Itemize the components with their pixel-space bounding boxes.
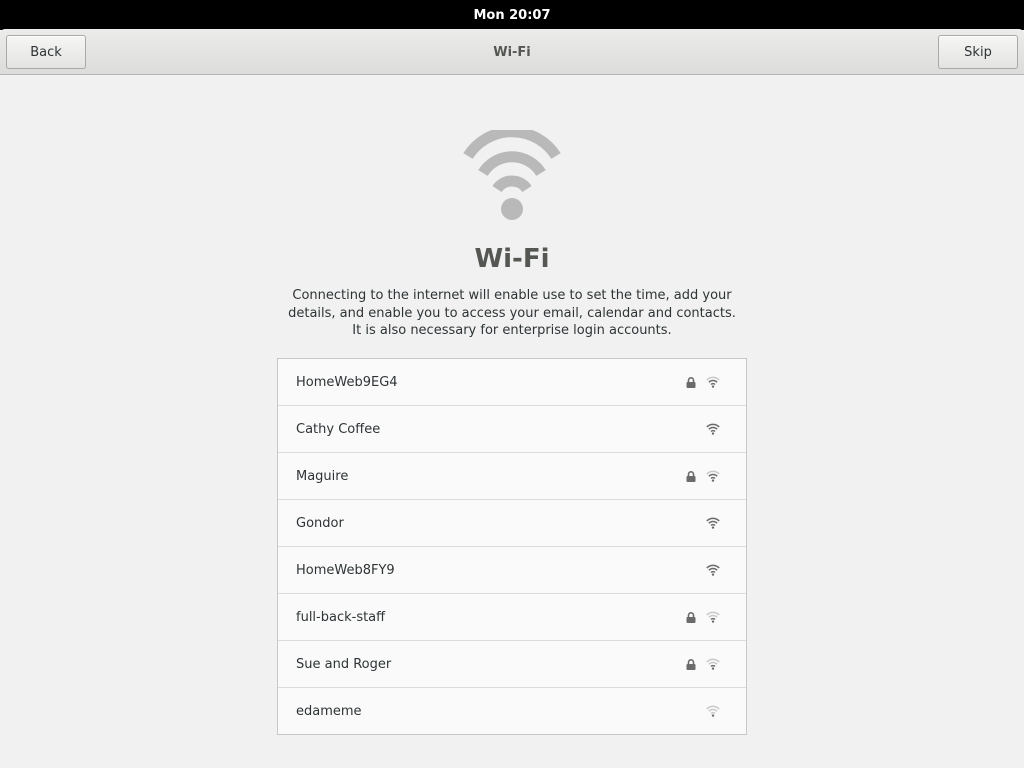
network-name: full-back-staff: [296, 609, 386, 625]
skip-button[interactable]: Skip: [938, 35, 1018, 69]
network-name: edameme: [296, 703, 362, 719]
lock-icon: [686, 612, 696, 623]
network-name: Gondor: [296, 515, 344, 531]
signal-strength-icon: [706, 470, 720, 482]
network-row[interactable]: edameme: [278, 688, 746, 734]
signal-strength-icon: [706, 705, 720, 717]
signal-strength-icon: [706, 611, 720, 623]
network-row[interactable]: Cathy Coffee: [278, 406, 746, 453]
network-row[interactable]: full-back-staff: [278, 594, 746, 641]
network-name: Cathy Coffee: [296, 421, 381, 437]
network-row[interactable]: HomeWeb8FY9: [278, 547, 746, 594]
signal-strength-icon: [706, 658, 720, 670]
network-row[interactable]: HomeWeb9EG4: [278, 359, 746, 406]
signal-strength-icon: [706, 517, 720, 529]
network-list: HomeWeb9EG4 Cathy Coffee Maguire Gondor Home…: [277, 358, 747, 735]
network-row[interactable]: Gondor: [278, 500, 746, 547]
signal-strength-icon: [706, 423, 720, 435]
top-bar: Mon 20:07: [0, 0, 1024, 30]
network-name: HomeWeb9EG4: [296, 374, 398, 390]
lock-icon: [686, 377, 696, 388]
lock-icon: [686, 471, 696, 482]
clock[interactable]: Mon 20:07: [473, 8, 550, 23]
network-name: Maguire: [296, 468, 349, 484]
header-bar: Back Wi-Fi Skip: [0, 29, 1024, 75]
network-name: HomeWeb8FY9: [296, 562, 395, 578]
header-title: Wi-Fi: [493, 44, 531, 60]
network-name: Sue and Roger: [296, 656, 392, 672]
lock-icon: [686, 659, 696, 670]
network-row[interactable]: Maguire: [278, 453, 746, 500]
signal-strength-icon: [706, 564, 720, 576]
wifi-icon: [463, 130, 561, 220]
network-row[interactable]: Sue and Roger: [278, 641, 746, 688]
signal-strength-icon: [706, 376, 720, 388]
description-text: Connecting to the internet will enable u…: [288, 288, 736, 338]
page-title: Wi-Fi: [474, 244, 550, 274]
